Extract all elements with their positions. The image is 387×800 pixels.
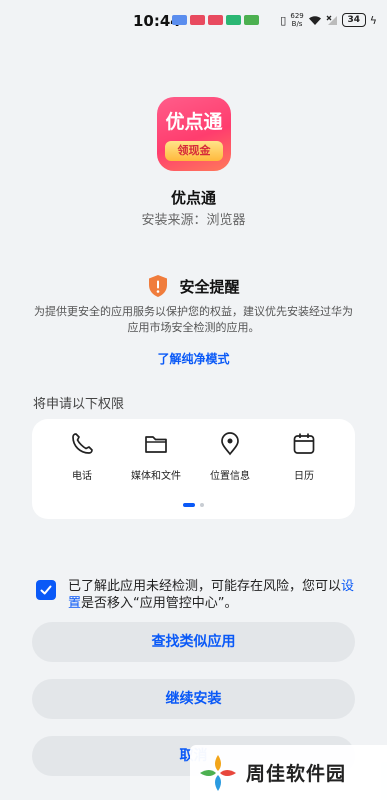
status-bar: 10:44 ▯ 629 B/s 34 ϟ bbox=[0, 0, 387, 40]
shield-warning-icon bbox=[149, 275, 168, 297]
page-dot-active bbox=[183, 503, 195, 507]
wifi-icon bbox=[308, 15, 321, 25]
checkmark-icon bbox=[40, 585, 52, 595]
network-speed: 629 B/s bbox=[290, 12, 303, 28]
app-name: 优点通 bbox=[170, 189, 216, 207]
permission-location: 位置信息 bbox=[198, 431, 262, 482]
watermark-logo-icon bbox=[200, 754, 236, 791]
learn-pure-mode-link[interactable]: 了解纯净模式 bbox=[0, 350, 387, 367]
consent-text-after: 是否移入“应用管控中心”。 bbox=[81, 596, 238, 611]
system-icons: ▯ 629 B/s 34 ϟ bbox=[280, 12, 377, 28]
permission-label: 日历 bbox=[294, 471, 314, 482]
permissions-card[interactable]: 电话 媒体和文件 位置信息 日历 bbox=[32, 419, 355, 519]
permissions-heading: 将申请以下权限 bbox=[33, 397, 125, 412]
app-icon: 优点通 领现金 bbox=[157, 97, 231, 171]
app-notification-icon bbox=[244, 15, 259, 25]
page-indicator bbox=[32, 503, 355, 507]
notification-icons bbox=[172, 15, 259, 25]
network-speed-value: 629 bbox=[290, 12, 304, 20]
consent-text-before: 已了解此应用未经检测，可能存在风险，您可以 bbox=[68, 579, 342, 594]
battery-indicator: 34 bbox=[341, 13, 366, 27]
folder-icon bbox=[145, 436, 167, 453]
consent-checkbox[interactable] bbox=[36, 580, 56, 600]
calendar-icon bbox=[293, 433, 315, 454]
app-notification-icon bbox=[208, 15, 223, 25]
location-icon bbox=[221, 432, 239, 456]
permission-calendar: 日历 bbox=[272, 431, 336, 482]
charging-icon: ϟ bbox=[369, 13, 377, 27]
no-signal-icon bbox=[326, 15, 337, 25]
app-notification-icon bbox=[172, 15, 187, 25]
consent-text: 已了解此应用未经检测，可能存在风险，您可以设置是否移入“应用管控中心”。 bbox=[68, 578, 358, 612]
vibrate-icon: ▯ bbox=[280, 13, 287, 27]
watermark: 周佳软件园 bbox=[190, 745, 387, 800]
permission-label: 位置信息 bbox=[210, 471, 250, 482]
app-notification-icon bbox=[190, 15, 205, 25]
download-icon bbox=[226, 15, 241, 25]
page-dot bbox=[200, 503, 204, 507]
security-reminder-title: 安全提醒 bbox=[179, 277, 240, 296]
app-icon-ribbon: 领现金 bbox=[165, 141, 223, 161]
app-icon-title: 优点通 bbox=[165, 111, 223, 133]
permission-media-files: 媒体和文件 bbox=[124, 431, 188, 482]
permission-phone: 电话 bbox=[50, 431, 114, 482]
watermark-text: 周佳软件园 bbox=[246, 763, 347, 785]
network-speed-unit: B/s bbox=[291, 20, 303, 28]
install-source: 安装来源：浏览器 bbox=[141, 213, 246, 228]
security-reminder-body: 为提供更安全的应用服务以保护您的权益，建议优先安装经过华为应用市场安全检测的应用… bbox=[34, 305, 353, 334]
continue-install-button[interactable]: 继续安装 bbox=[32, 679, 355, 719]
find-similar-apps-button[interactable]: 查找类似应用 bbox=[32, 622, 355, 662]
phone-icon bbox=[72, 433, 93, 454]
permission-label: 电话 bbox=[72, 471, 92, 482]
security-reminder-header: 安全提醒 bbox=[0, 274, 387, 298]
permission-label: 媒体和文件 bbox=[131, 471, 181, 482]
